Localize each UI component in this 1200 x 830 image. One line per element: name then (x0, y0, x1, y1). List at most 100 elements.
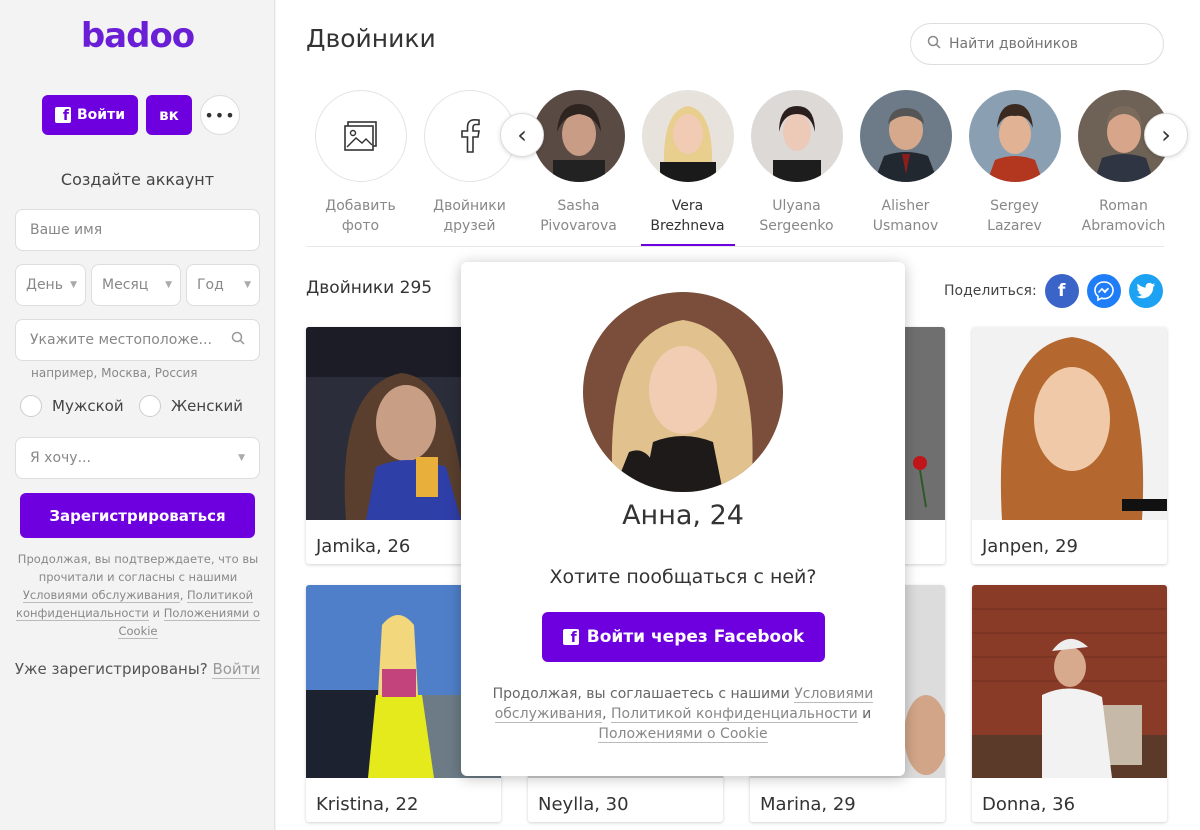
year-select[interactable]: Год ▼ (186, 264, 260, 306)
chevron-right-icon: › (1161, 121, 1171, 149)
privacy-policy-link[interactable]: Политикой конфиденциальности (610, 706, 858, 723)
sidebar: badoo f Войти вк ••• Создайте аккаунт Ва… (0, 0, 275, 830)
celeb-name: Ulyana Sergeenko (759, 198, 834, 234)
carousel-next-button[interactable]: › (1144, 113, 1188, 157)
create-account-title: Создайте аккаунт (60, 170, 215, 189)
lookalike-card[interactable]: Donna, 36 (972, 585, 1167, 822)
celeb-name: Добавить фото (325, 198, 396, 234)
location-field[interactable]: Укажите местоположе... (15, 319, 260, 361)
facebook-icon: f (1057, 281, 1066, 301)
terms-separator: и (857, 706, 872, 722)
celeb-photo (641, 90, 734, 182)
intent-label: Я хочу... (30, 450, 91, 466)
twitter-icon (1136, 282, 1155, 299)
search-input[interactable] (949, 36, 1149, 52)
badoo-logo[interactable]: badoo (0, 16, 275, 56)
cookie-policy-link[interactable]: Положениями о Cookie (598, 726, 768, 743)
sign-in-link[interactable]: Войти (212, 660, 261, 679)
share-twitter-button[interactable] (1128, 274, 1163, 308)
chevron-left-icon: ‹ (517, 121, 527, 149)
intent-select[interactable]: Я хочу... ▼ (15, 437, 260, 479)
vk-icon: вк (159, 106, 179, 124)
male-label: Мужской (52, 397, 124, 415)
share-messenger-button[interactable] (1086, 274, 1121, 308)
share-facebook-button[interactable]: f (1044, 274, 1079, 308)
gender-female-option[interactable]: Женский (139, 395, 243, 417)
chevron-down-icon: ▼ (244, 280, 251, 290)
terms-prefix: Продолжая, вы соглашаетесь с нашими (492, 686, 795, 702)
celeb-name: Sergey Lazarev (987, 198, 1042, 234)
sidebar-terms: Продолжая, вы подтверждаете, что вы проч… (14, 550, 262, 640)
login-label: Войти (76, 107, 126, 123)
friends-lookalikes-item[interactable]: Двойники друзей (415, 90, 524, 247)
name-field[interactable]: Ваше имя (15, 209, 260, 251)
modal-profile-photo (583, 292, 783, 492)
location-hint: например, Москва, Россия (31, 366, 198, 380)
card-caption: Marina, 29 (760, 793, 856, 815)
add-photo-item[interactable]: Добавить фото (306, 90, 415, 247)
already-text: Уже зарегистрированы? (14, 660, 208, 678)
card-caption: Donna, 36 (982, 793, 1076, 815)
chevron-down-icon: ▼ (238, 453, 245, 463)
celeb-item-active[interactable]: Vera Brezhneva (633, 90, 742, 247)
facebook-signin-button[interactable]: f Войти через Facebook (542, 612, 825, 662)
already-registered: Уже зарегистрированы? Войти (0, 660, 275, 679)
day-label: День (26, 277, 63, 293)
page-title: Двойники (306, 24, 436, 53)
celeb-item[interactable]: Sergey Lazarev (960, 90, 1069, 247)
modal-user-name: Анна, 24 (622, 500, 744, 531)
year-label: Год (197, 277, 224, 293)
vk-login-button[interactable]: вк (146, 95, 192, 135)
celeb-name: Roman Abramovich (1081, 198, 1166, 234)
carousel-prev-button[interactable]: ‹ (500, 113, 544, 157)
photo-icon (314, 90, 407, 182)
card-caption: Neylla, 30 (538, 793, 629, 815)
day-select[interactable]: День ▼ (15, 264, 86, 306)
signup-modal: Анна, 24 Хотите пообщаться с ней? f Войт… (461, 262, 905, 776)
carousel-divider (306, 246, 1164, 247)
more-icon: ••• (204, 105, 236, 125)
celeb-name: Двойники друзей (433, 198, 506, 234)
chevron-down-icon: ▼ (70, 280, 77, 290)
more-options-button[interactable]: ••• (200, 95, 240, 135)
name-placeholder: Ваше имя (30, 222, 103, 238)
facebook-icon: f (562, 629, 579, 645)
lookalikes-count: Двойники 295 (306, 278, 433, 298)
chevron-down-icon: ▼ (165, 280, 172, 290)
messenger-icon (1093, 281, 1114, 302)
lookalike-search[interactable] (910, 23, 1164, 65)
celeb-item[interactable]: Sasha Pivovarova (524, 90, 633, 247)
celebrity-carousel: Добавить фото Двойники друзей Sasha Pivovar… (306, 90, 1170, 247)
card-caption: Kristina, 22 (316, 793, 419, 815)
celeb-name: Vera Brezhneva (650, 198, 725, 234)
celeb-item[interactable]: Ulyana Sergeenko (742, 90, 851, 247)
terms-prefix: Продолжая, вы подтверждаете, что вы проч… (17, 552, 259, 584)
share-bar: Поделиться: f (944, 274, 1163, 308)
search-icon (927, 35, 941, 53)
terms-separator: и (148, 606, 164, 620)
profile-photo (972, 585, 1167, 778)
card-caption: Janpen, 29 (982, 535, 1079, 557)
facebook-icon: f (54, 107, 71, 123)
register-button[interactable]: Зарегистрироваться (20, 493, 255, 538)
female-label: Женский (171, 397, 243, 415)
celeb-name: Sasha Pivovarova (540, 198, 617, 234)
celeb-photo (968, 90, 1061, 182)
modal-question: Хотите пообщаться с ней? (549, 566, 817, 588)
profile-photo (972, 327, 1167, 520)
male-radio[interactable] (20, 395, 42, 417)
celeb-photo (750, 90, 843, 182)
celeb-item[interactable]: Alisher Usmanov (851, 90, 960, 247)
celeb-photo (859, 90, 952, 182)
lookalike-card[interactable]: Janpen, 29 (972, 327, 1167, 564)
month-label: Месяц (102, 277, 149, 293)
terms-of-service-link[interactable]: Условиями обслуживания (22, 588, 180, 603)
celeb-name: Alisher Usmanov (872, 198, 939, 234)
modal-terms: Продолжая, вы соглашаетесь с нашими Усло… (479, 684, 887, 744)
month-select[interactable]: Месяц ▼ (91, 264, 181, 306)
celeb-photo (532, 90, 625, 182)
auth-buttons: f Войти вк ••• (42, 95, 240, 135)
female-radio[interactable] (139, 395, 161, 417)
gender-male-option[interactable]: Мужской (20, 395, 124, 417)
facebook-login-button[interactable]: f Войти (42, 95, 138, 135)
